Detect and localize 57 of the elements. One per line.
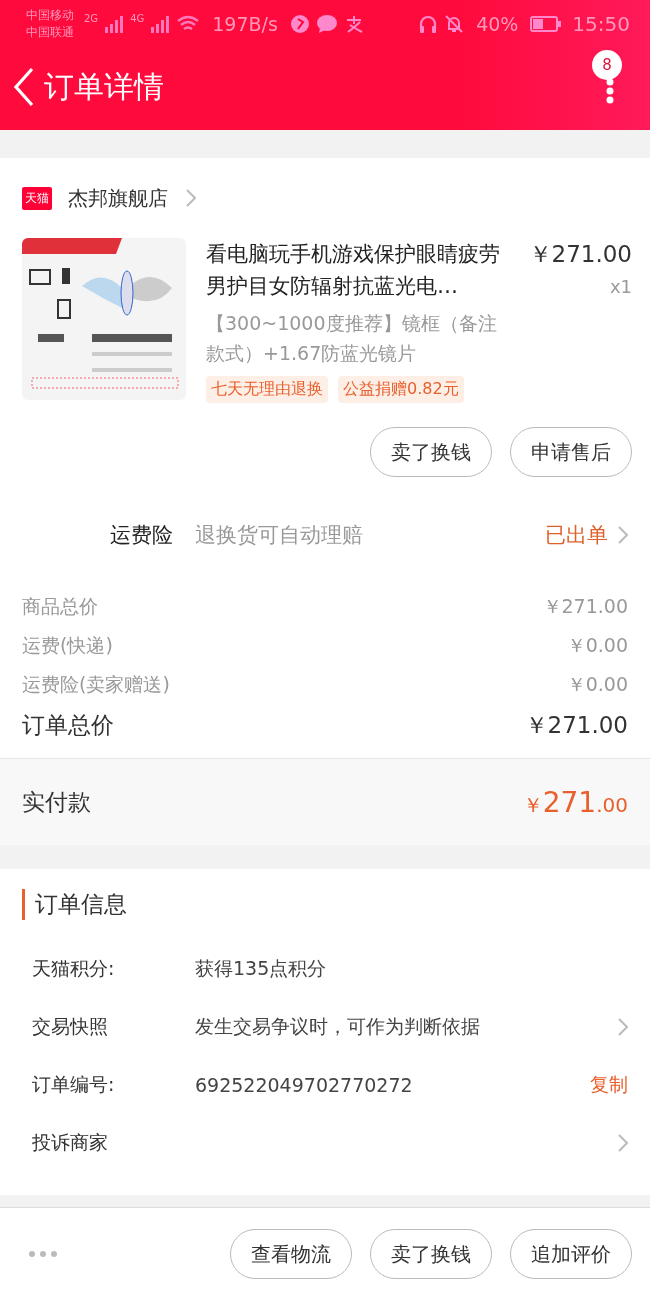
insurance-label: 运费险 [110, 522, 173, 549]
info-label: 天猫积分: [32, 956, 116, 981]
cost-label: 运费险(卖家赠送) [22, 671, 170, 697]
more-icon[interactable] [28, 1250, 58, 1258]
action-button[interactable]: 卖了换钱 [370, 427, 492, 477]
battery-icon [530, 15, 563, 33]
page-title: 订单详情 [44, 67, 164, 106]
product-spec: 【300~1000度推荐】镜框（备注款式）+1.67防蓝光镜片 [206, 311, 498, 366]
chevron-right-icon[interactable] [618, 1134, 628, 1152]
headphones-icon [418, 14, 439, 34]
cost-value: ￥271.00 [542, 593, 628, 619]
info-label[interactable]: 投诉商家 [32, 1130, 195, 1156]
cost-label: 运费(快递) [22, 632, 113, 658]
chevron-right-icon[interactable] [618, 1018, 628, 1036]
payment-label: 实付款 [22, 787, 91, 817]
battery-percent: 40% [476, 13, 519, 35]
info-label[interactable]: 订单编号: [32, 1072, 195, 1098]
action-button[interactable]: 追加评价 [510, 1229, 632, 1279]
more-options-icon[interactable] [606, 78, 614, 104]
chevron-right-icon[interactable] [186, 189, 196, 207]
cost-value: ￥271.00 [524, 710, 628, 740]
carrier-name: 中国移动 [26, 7, 74, 24]
section-title: 订单信息 [22, 889, 628, 920]
insurance-description: 退换货可自动理赔 [195, 522, 364, 549]
info-value: 692522049702770272 [195, 1074, 414, 1096]
network-type: 2G [84, 13, 99, 24]
signal-icon [150, 15, 171, 33]
cost-value: ￥0.00 [566, 671, 628, 697]
product-quantity: x1 [608, 276, 632, 297]
product-price: ￥271.00 [528, 240, 632, 269]
carrier-name: 中国联通 [26, 24, 74, 41]
service-tag: 公益捐赠0.82元 [338, 376, 464, 403]
info-value: 获得135点积分 [195, 956, 328, 981]
action-button[interactable]: 卖了换钱 [370, 1229, 492, 1279]
chat-bubble-icon [315, 14, 338, 34]
chevron-right-icon[interactable] [618, 526, 628, 544]
network-type: 4G [130, 13, 145, 24]
wifi-icon [176, 15, 201, 33]
back-icon[interactable] [12, 67, 36, 107]
service-tag: 七天无理由退换 [206, 376, 328, 403]
bell-muted-icon [444, 14, 465, 34]
cost-label: 商品总价 [22, 593, 98, 619]
insurance-status[interactable]: 已出单 [545, 521, 608, 549]
signal-icon [104, 15, 125, 33]
product-title[interactable]: 看电脑玩手机游戏保护眼睛疲劳男护目女防辐射抗蓝光电… [206, 238, 509, 302]
network-speed: 197B/s [212, 13, 278, 35]
info-label[interactable]: 交易快照 [32, 1014, 195, 1040]
store-badge: 天猫 [22, 186, 52, 210]
action-button[interactable]: 查看物流 [230, 1229, 352, 1279]
payment-amount: ￥271.00 [522, 785, 628, 819]
info-value: 发生交易争议时，可作为判断依据 [195, 1014, 481, 1039]
store-name[interactable]: 杰邦旗舰店 [68, 184, 168, 212]
notification-badge: 8 [592, 50, 622, 80]
cost-label: 订单总价 [22, 710, 114, 740]
action-button[interactable]: 申请售后 [510, 427, 632, 477]
clock-time: 15:50 [572, 12, 630, 36]
cost-value: ￥0.00 [566, 632, 628, 658]
